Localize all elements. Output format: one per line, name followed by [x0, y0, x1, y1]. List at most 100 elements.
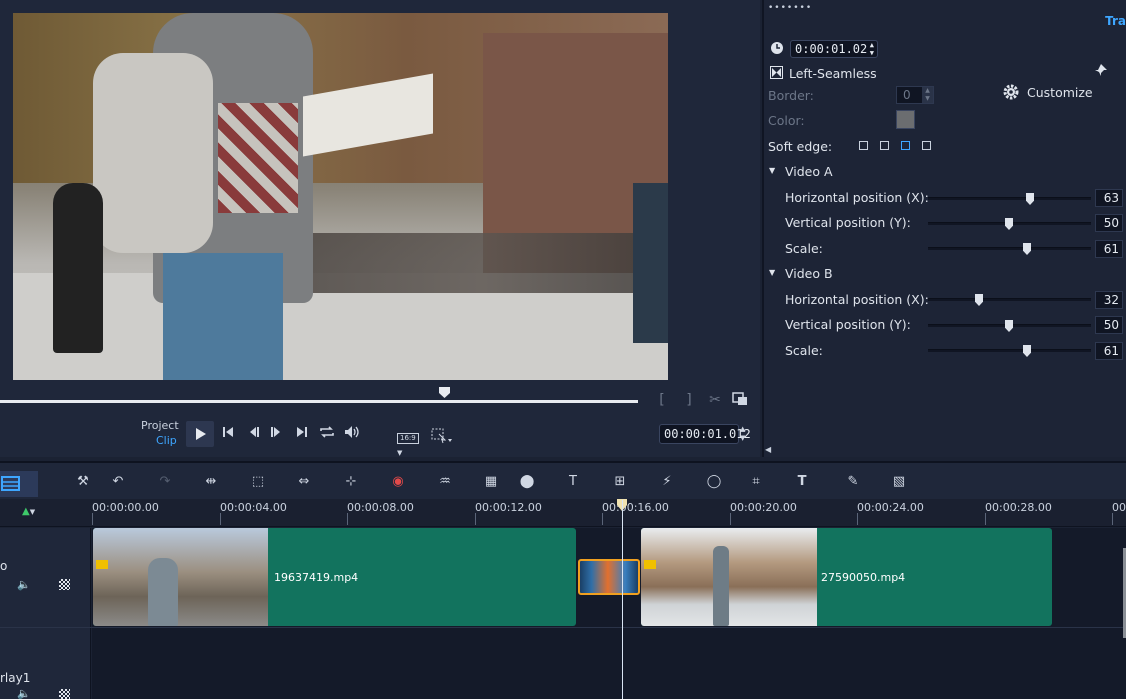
speaker-icon[interactable]: 🔈 [17, 578, 31, 591]
timeline-toolbar: ⚒ ↶ ↷ ⇹ ⬚ ⇔ ⊹ ◉ ♒ ▦ ⬤ T ⊞ ⚡ ◯ ⌗ T ✎ ▧ [0, 461, 1126, 499]
storyboard-view-button[interactable] [0, 471, 38, 497]
mark-in-icon[interactable]: [ [655, 390, 669, 410]
collapse-triangle-icon: ▼ [769, 166, 776, 175]
video-b-header[interactable]: ▼ Video B [768, 266, 888, 282]
clip-name: 19637419.mp4 [274, 571, 359, 584]
speaker-icon[interactable]: 🔈 [17, 687, 31, 699]
enlarge-preview-icon[interactable] [732, 391, 750, 407]
gear-icon [1003, 84, 1019, 100]
timeline-ruler[interactable]: ▲▼ 00:00:00.00 00:00:04.00 00:00:08.00 0… [0, 499, 1126, 527]
playhead-line[interactable] [622, 500, 623, 699]
aspect-ratio-button[interactable]: 16:9 ▼ [397, 429, 427, 457]
clock-icon [770, 41, 784, 58]
grid-toggle-icon[interactable] [59, 579, 70, 590]
soft-edge-none[interactable] [859, 141, 868, 150]
next-frame-icon[interactable] [269, 425, 285, 439]
video-clip[interactable]: 27590050.mp4 [641, 528, 1052, 626]
border-spinner-icon[interactable]: ▲ ▼ [922, 87, 933, 103]
mark-out-icon[interactable]: ] [682, 390, 696, 410]
video-b-title: Video B [785, 266, 833, 281]
video-b-scale-value[interactable]: 61 [1095, 342, 1123, 360]
video-a-h-value[interactable]: 63 [1095, 189, 1123, 207]
video-a-header[interactable]: ▼ Video A [768, 164, 888, 180]
video-b-scale-slider[interactable] [928, 345, 1091, 357]
motion-tracking-icon[interactable]: ⬤ [516, 471, 538, 493]
repeat-icon[interactable] [318, 424, 338, 440]
slider-thumb[interactable] [1023, 243, 1031, 255]
ruler-tick-label: 00:00:00.00 [92, 501, 159, 514]
undo-icon[interactable]: ↶ [107, 471, 129, 493]
grid-toggle-icon[interactable] [59, 689, 70, 699]
ruler-tick [475, 513, 476, 525]
soft-edge-strong[interactable] [922, 141, 931, 150]
scrub-bar[interactable] [0, 400, 638, 403]
crop-icon[interactable]: ⬚ [247, 471, 269, 493]
timecode-spinner[interactable]: ▲ ▼ [740, 425, 750, 443]
duration-field[interactable]: 0:00:01.02 ▲ ▼ [790, 40, 878, 58]
volume-icon[interactable] [343, 424, 363, 440]
video-preview[interactable] [13, 13, 668, 380]
soft-edge-weak[interactable] [880, 141, 889, 150]
ruler-tick [730, 513, 731, 525]
selection-tool-button[interactable] [431, 428, 455, 444]
trim-icon[interactable]: ⇔ [293, 471, 315, 493]
video-b-v-value[interactable]: 50 [1095, 316, 1123, 334]
timeline-tracks[interactable]: 19637419.mp4 27590050.mp4 [0, 528, 1126, 699]
redo-icon[interactable]: ↷ [154, 471, 176, 493]
color-grading-icon[interactable]: ✎ [842, 471, 864, 493]
title-3d-icon[interactable]: T [791, 471, 813, 493]
mosaic-icon[interactable]: ▦ [480, 471, 502, 493]
title-icon[interactable]: T [562, 471, 584, 493]
duration-spinner-icon[interactable]: ▲ ▼ [870, 41, 874, 57]
soft-edge-medium[interactable] [901, 141, 910, 150]
loop-icon[interactable]: ◯ [703, 471, 725, 493]
video-b-h-value[interactable]: 32 [1095, 291, 1123, 309]
timecode-display[interactable]: 00:00:01.012 [659, 424, 751, 444]
panel-grip-icon[interactable]: ••••••• [768, 3, 812, 13]
slider-thumb[interactable] [1005, 218, 1013, 230]
video-clip[interactable]: 19637419.mp4 [93, 528, 576, 626]
previous-frame-icon[interactable] [247, 425, 263, 439]
add-track-icon[interactable]: ▲▼ [22, 506, 35, 517]
ruler-tick [92, 513, 93, 525]
collapse-panel-icon[interactable]: ◀ [765, 445, 771, 454]
customize-button[interactable]: Customize [1002, 83, 1096, 103]
play-button[interactable] [186, 421, 214, 447]
ruler-tick [347, 513, 348, 525]
transition-clip[interactable] [578, 559, 640, 595]
video-a-v-value[interactable]: 50 [1095, 214, 1123, 232]
home-icon[interactable] [221, 425, 237, 439]
painting-icon[interactable]: ▧ [888, 471, 910, 493]
slider-thumb[interactable] [1005, 320, 1013, 332]
slider-thumb[interactable] [1023, 345, 1031, 357]
video-b-v-slider[interactable] [928, 320, 1091, 332]
panel-tab-transition[interactable]: Tra [1105, 14, 1126, 28]
split-clip-icon[interactable]: ✂ [706, 390, 724, 410]
video-a-scale-slider[interactable] [928, 243, 1091, 255]
border-field[interactable]: 0 ▲ ▼ [896, 86, 934, 104]
slider-thumb[interactable] [1026, 193, 1034, 205]
end-icon[interactable] [295, 425, 311, 439]
project-mode-label[interactable]: Project [141, 419, 179, 432]
ruler-tick-label: 00:00:16.00 [602, 501, 669, 514]
video-a-v-slider[interactable] [928, 218, 1091, 230]
clip-mode-label[interactable]: Clip [156, 434, 177, 447]
ruler-tick [220, 513, 221, 525]
video-a-h-slider[interactable] [928, 193, 1091, 205]
clip-thumbnail [93, 528, 268, 626]
tools-icon[interactable]: ⚒ [72, 471, 94, 493]
video-b-h-slider[interactable] [928, 294, 1091, 306]
auto-crop-icon[interactable]: ⌗ [745, 471, 767, 493]
mask-icon[interactable]: ◉ [387, 471, 409, 493]
split-screen-icon[interactable]: ⊞ [609, 471, 631, 493]
audio-waveform-icon[interactable]: ♒ [434, 471, 456, 493]
track-headers: o 🔈 rlay1 🔈 [0, 528, 91, 699]
color-swatch[interactable] [896, 110, 915, 129]
slider-thumb[interactable] [975, 294, 983, 306]
speed-icon[interactable]: ⚡ [656, 471, 678, 493]
fit-timeline-icon[interactable]: ⇹ [200, 471, 222, 493]
video-a-scale-value[interactable]: 61 [1095, 240, 1123, 258]
scrub-handle[interactable] [439, 387, 450, 398]
pin-icon[interactable] [1095, 64, 1107, 79]
stretch-icon[interactable]: ⊹ [340, 471, 362, 493]
